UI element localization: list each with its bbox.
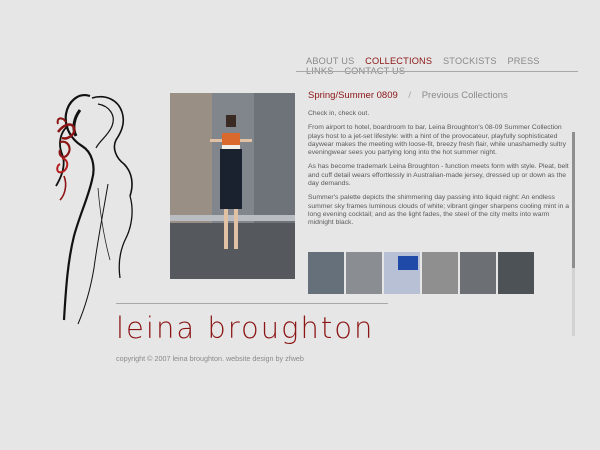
subnav-separator: /	[408, 90, 412, 101]
nav-stockists[interactable]: STOCKISTS	[443, 56, 497, 66]
top-nav: ABOUT US COLLECTIONS STOCKISTS PRESS LIN…	[306, 56, 578, 76]
hero-photo	[170, 93, 295, 279]
thumbnail-5[interactable]	[460, 252, 496, 294]
text-scrollbar[interactable]	[572, 132, 575, 336]
nav-press[interactable]: PRESS	[507, 56, 539, 66]
page: ABOUT US COLLECTIONS STOCKISTS PRESS LIN…	[0, 0, 600, 450]
nav-underline	[296, 71, 578, 72]
thumbnail-6[interactable]	[498, 252, 534, 294]
paragraph-2: From airport to hotel, boardroom to bar,…	[308, 124, 567, 157]
scrollbar-thumb[interactable]	[572, 132, 575, 268]
copyright-text: copyright © 2007 leina broughton. websit…	[116, 354, 304, 363]
brand-divider	[116, 303, 388, 304]
previous-collections-link[interactable]: Previous Collections	[422, 90, 508, 101]
thumbnail-1[interactable]	[308, 252, 344, 294]
current-collection-link[interactable]: Spring/Summer 0809	[308, 90, 398, 101]
paragraph-3: As has become trademark Leina Broughton …	[308, 163, 569, 188]
paragraph-4: Summer's palette depicts the shimmering …	[308, 194, 570, 227]
thumbnail-4[interactable]	[422, 252, 458, 294]
nav-collections[interactable]: COLLECTIONS	[365, 56, 432, 66]
collections-subnav: Spring/Summer 0809 / Previous Collection…	[308, 90, 508, 101]
nav-about-us[interactable]: ABOUT US	[306, 56, 354, 66]
paragraph-intro: Check in, check out.	[308, 110, 370, 117]
brand-name: leina broughton	[116, 311, 375, 345]
fashion-sketch-illustration	[55, 94, 133, 325]
thumbnail-3[interactable]	[384, 252, 420, 294]
collection-description: Check in, check out. From airport to hot…	[308, 110, 570, 234]
thumbnail-2[interactable]	[346, 252, 382, 294]
